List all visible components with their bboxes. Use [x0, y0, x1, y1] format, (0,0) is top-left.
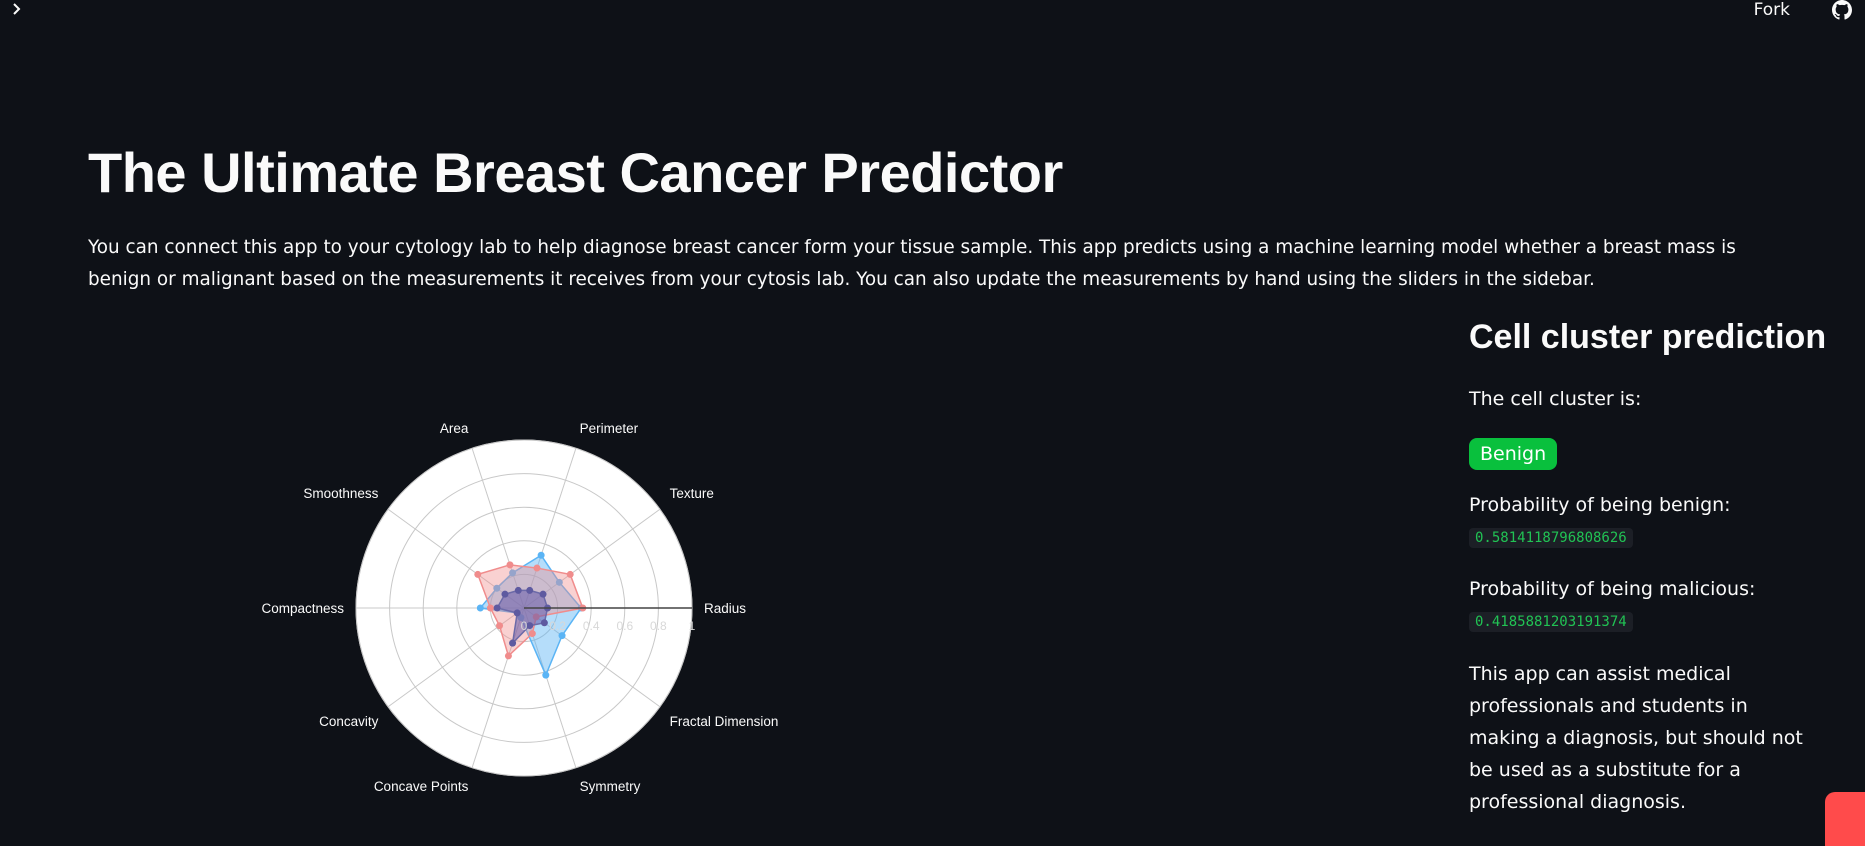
- radial-tick-label: 0.8: [650, 619, 667, 633]
- benign-probability-label: Probability of being benign:: [1469, 494, 1731, 516]
- radial-tick-label: 0.2: [549, 619, 566, 633]
- data-point: [528, 630, 536, 638]
- top-bar: Fork: [0, 0, 1865, 24]
- data-point: [504, 652, 512, 660]
- disclaimer-text: This app can assist medical professional…: [1469, 663, 1803, 813]
- data-point: [509, 639, 517, 647]
- data-point: [526, 586, 534, 594]
- malicious-probability-value: 0.4185881203191374: [1469, 612, 1633, 632]
- data-point: [542, 671, 550, 679]
- data-point: [474, 570, 482, 578]
- data-point: [537, 551, 545, 559]
- intro-text: You can connect this app to your cytolog…: [88, 237, 1736, 290]
- radial-tick-label: 0: [521, 619, 528, 633]
- category-label: Fractal Dimension: [670, 714, 779, 729]
- category-label: Area: [440, 421, 469, 436]
- deploy-tab[interactable]: [1825, 792, 1865, 846]
- github-icon[interactable]: [1832, 0, 1852, 20]
- data-point: [533, 564, 541, 572]
- radar-chart-svg: 0 0.2 0.4 0.6 0.8 1 Radius Texture Perimeter Area…: [261, 421, 779, 794]
- radar-chart: 0 0.2 0.4 0.6 0.8 1 Radius Texture Perimeter Area…: [240, 410, 800, 810]
- data-point: [506, 561, 514, 569]
- category-label: Texture: [670, 486, 714, 501]
- data-point: [476, 604, 484, 612]
- data-point: [501, 590, 509, 598]
- category-label: Symmetry: [580, 779, 641, 794]
- radial-tick-label: 1: [689, 619, 696, 633]
- category-label: Perimeter: [580, 421, 639, 436]
- category-label: Compactness: [261, 601, 344, 616]
- category-label: Concavity: [319, 714, 379, 729]
- data-point: [558, 632, 566, 640]
- category-label: Concave Points: [374, 779, 469, 794]
- fork-button[interactable]: Fork: [1754, 0, 1790, 20]
- data-point: [540, 619, 548, 627]
- prediction-heading: Cell cluster prediction: [1469, 318, 1827, 356]
- data-point: [486, 604, 494, 612]
- data-point: [566, 570, 574, 578]
- radial-tick-label: 0.6: [616, 619, 633, 633]
- page-title: The Ultimate Breast Cancer Predictor: [88, 141, 1063, 204]
- data-point: [514, 586, 522, 594]
- data-point: [496, 622, 504, 630]
- data-point: [513, 609, 521, 617]
- benign-probability-value: 0.5814118796808626: [1469, 528, 1633, 548]
- chevron-right-icon[interactable]: [8, 0, 26, 18]
- cluster-label: The cell cluster is:: [1469, 388, 1642, 410]
- category-label: Smoothness: [303, 486, 378, 501]
- result-badge: Benign: [1469, 438, 1558, 470]
- radial-tick-label: 0.4: [583, 619, 600, 633]
- prediction-panel: Cell cluster prediction The cell cluster…: [1469, 318, 1849, 813]
- malicious-probability-label: Probability of being malicious:: [1469, 578, 1756, 600]
- data-point: [539, 590, 547, 598]
- data-point: [493, 604, 501, 612]
- category-label: Radius: [704, 601, 746, 616]
